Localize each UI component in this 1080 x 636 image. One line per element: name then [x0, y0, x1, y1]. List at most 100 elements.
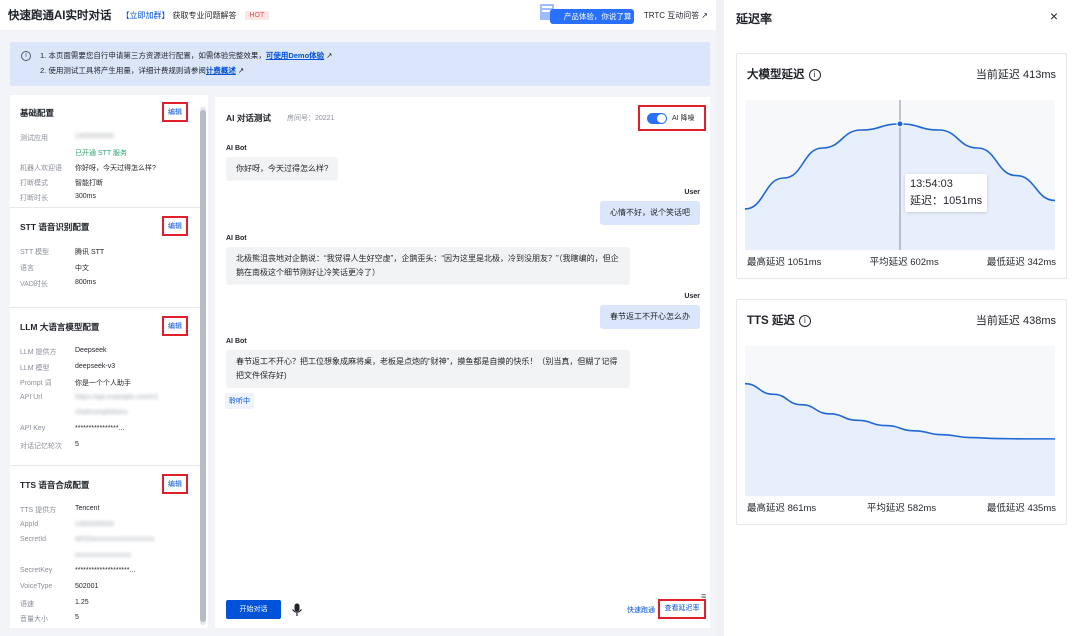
page-title: 快速跑通AI实时对话 [8, 10, 112, 22]
promo-text: 获取专业问题解答 [172, 10, 237, 20]
bot-message: 北极熊沮丧地对企鹅说：“我觉得人生好空虚”，企鹅歪头：“因为这里是北极，冷到没朋… [226, 247, 630, 285]
panel-title: 延迟率 [736, 12, 773, 26]
notice-line1: 1. 本页面需要您自行申请第三方资源进行配置，如需体验完整效果， [40, 51, 266, 60]
config-key: 打断时长 [20, 195, 48, 202]
hot-badge: HOT [244, 10, 270, 20]
config-value: AKIDxxxxxxxxxxxxxxxxxx [75, 536, 155, 544]
config-key: AppId [20, 520, 39, 528]
tts-current-latency: 当前延迟 438ms [975, 315, 1056, 327]
bot-message: 春节返工不开心？把工位想象成麻将桌，老板是点炮的“财神”，摸鱼都是自摸的快乐！（… [226, 350, 630, 388]
bot-label: AI Bot [226, 145, 247, 152]
info-icon: i [21, 51, 31, 61]
edit-button[interactable]: 编辑 [162, 102, 188, 122]
user-label: User [684, 293, 700, 300]
config-key: 对话记忆轮次 [20, 442, 62, 450]
bot-label: AI Bot [226, 235, 247, 242]
config-key: API Url [20, 393, 43, 401]
llm-max-latency: 最高延迟 1051ms [747, 257, 822, 268]
notice-banner: i 1. 本页面需要您自行申请第三方资源进行配置，如需体验完整效果，可使用Dem… [10, 42, 710, 86]
llm-latency-title: 大模型延迟 [747, 69, 805, 81]
bot-label: AI Bot [226, 338, 247, 345]
config-key: LLM 模型 [20, 364, 50, 372]
config-value: chat/completions [75, 409, 128, 417]
view-latency-button[interactable]: 查看延迟率 [658, 599, 706, 619]
chat-title: AI 对话测试 [226, 113, 271, 123]
config-value: 你是一个个人助手 [75, 380, 131, 388]
join-group-link[interactable]: 【立即加群】 [122, 10, 170, 21]
config-key: STT 模型 [20, 249, 50, 256]
demo-link[interactable]: 可使用Demo体验 [266, 51, 324, 60]
edit-button[interactable]: 编辑 [162, 316, 188, 336]
tts-avg-latency: 平均延迟 582ms [866, 503, 937, 514]
llm-latency-card: 大模型延迟 i 当前延迟 413ms 13:54:03 延迟：1051ms 最高延… [736, 53, 1067, 279]
tooltip-value: 延迟：1051ms [910, 195, 983, 207]
config-value: 1400000000 [75, 133, 114, 140]
config-key: 语言 [20, 265, 34, 272]
user-label: User [684, 189, 700, 196]
top-bar: 快速跑通AI实时对话 【立即加群】 获取专业问题解答 HOT 产品体验，你说了算… [0, 0, 716, 30]
config-value: 智能打断 [75, 180, 103, 187]
quick-start-link[interactable]: 快速跑通 [627, 605, 655, 615]
section-divider [10, 207, 202, 208]
external-link-icon: ↗ [326, 51, 333, 60]
tts-latency-chart [744, 346, 1055, 496]
latency-panel: 延迟率 × 大模型延迟 i 当前延迟 413ms 13:54:03 延迟：1051… [724, 0, 1080, 636]
user-message: 春节返工不开心怎么办 [600, 305, 700, 329]
feedback-button[interactable]: 产品体验，你说了算 [530, 4, 634, 24]
user-message: 心情不好，说个笑话吧 [600, 201, 700, 225]
config-value: 1300000000 [75, 520, 114, 528]
notice-line2: 2. 使用测试工具将产生用量，详细计费规则请参阅 [40, 66, 206, 75]
config-value: 腾讯 STT [75, 249, 105, 256]
app-window: 快速跑通AI实时对话 【立即加群】 获取专业问题解答 HOT 产品体验，你说了算… [0, 0, 716, 636]
scrollbar[interactable] [200, 107, 206, 625]
external-link-icon: ↗ [701, 10, 708, 20]
config-value: xxxxxxxxxxxxxxxx [75, 551, 131, 559]
config-key: 测试应用 [20, 135, 48, 142]
section-title: TTS 语音合成配置 [20, 480, 90, 490]
config-key: SecretId [20, 536, 47, 544]
config-value: 已开通 STT 服务 [75, 150, 127, 157]
edit-button[interactable]: 编辑 [162, 474, 188, 494]
close-icon[interactable]: × [1050, 8, 1058, 24]
tts-latency-title: TTS 延迟 [747, 315, 795, 327]
config-value: 800ms [75, 279, 97, 286]
toggle-switch[interactable] [647, 112, 667, 124]
config-value: 你好呀，今天过得怎么样? [75, 165, 156, 172]
config-key: VAD时长 [20, 281, 48, 288]
config-panel: 基础配置 编辑 测试应用 1400000000 已开通 STT 服务 机器人欢迎语 你好呀，… [10, 95, 208, 628]
info-icon[interactable]: i [798, 315, 811, 327]
config-value: 502001 [75, 583, 99, 590]
microphone-icon[interactable] [291, 603, 303, 617]
config-value: deepseek-v3 [75, 362, 116, 370]
config-key: SecretKey [20, 567, 53, 575]
section-title: 基础配置 [20, 108, 55, 118]
info-icon[interactable]: i [808, 69, 821, 81]
highlight-point[interactable] [896, 120, 904, 128]
config-key: 打断模式 [20, 180, 48, 187]
config-key: 音量大小 [20, 616, 48, 624]
section-divider [10, 307, 202, 308]
tts-min-latency: 最低延迟 435ms [986, 503, 1056, 514]
llm-latency-chart [744, 100, 1056, 250]
config-value: Deepseek [75, 347, 107, 354]
trtc-help-link[interactable]: TRTC 互动问答 [644, 10, 699, 21]
section-divider [10, 465, 202, 466]
tooltip-time: 13:54:03 [910, 178, 953, 190]
config-key: Prompt 词 [20, 380, 52, 388]
start-chat-button[interactable]: 开始对话 [226, 600, 281, 619]
config-key: 语速 [20, 600, 34, 608]
config-key: VoiceType [20, 583, 53, 590]
billing-link[interactable]: 计费概述 [206, 66, 236, 75]
config-value: 1.25 [75, 598, 89, 606]
config-value: 5 [75, 614, 79, 622]
feedback-label: 产品体验，你说了算 [549, 9, 634, 24]
config-key: TTS 提供方 [20, 507, 57, 514]
config-value: 中文 [75, 265, 89, 272]
ai-denoise-toggle[interactable]: AI 降噪 [638, 105, 706, 131]
edit-button[interactable]: 编辑 [162, 216, 188, 236]
scrollbar-thumb[interactable] [200, 110, 206, 622]
menu-icon[interactable]: ≡ [701, 591, 706, 601]
tts-max-latency: 最高延迟 861ms [747, 503, 817, 514]
tts-latency-card: TTS 延迟 i 当前延迟 438ms 最高延迟 861ms 平均延迟 582ms… [736, 299, 1067, 525]
listening-badge: 聆听中 [225, 393, 254, 409]
